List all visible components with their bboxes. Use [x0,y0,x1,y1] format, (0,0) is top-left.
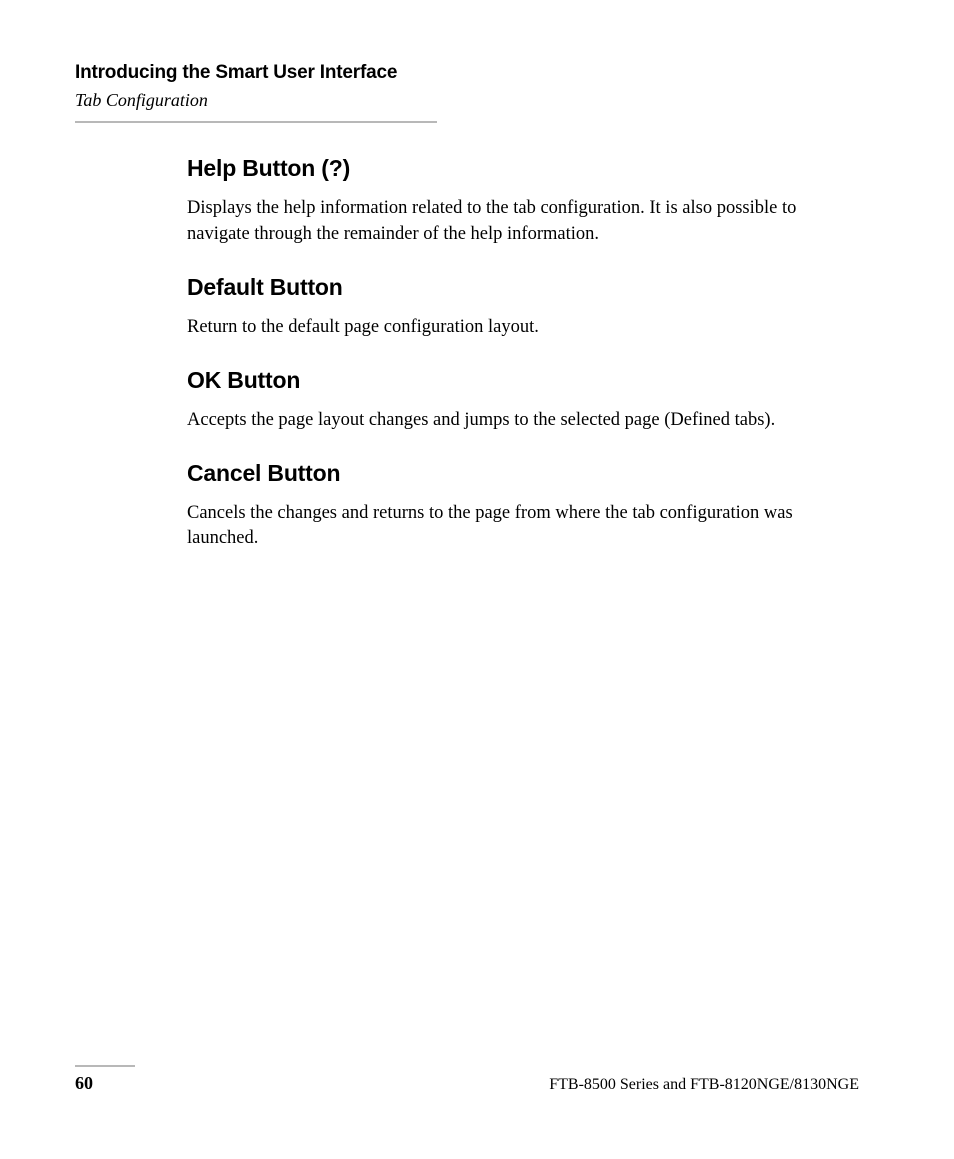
footer: 60 FTB-8500 Series and FTB-8120NGE/8130N… [75,1065,859,1094]
section-heading: Default Button [187,274,859,301]
section-cancel-button: Cancel Button Cancels the changes and re… [187,460,859,553]
section-help-button: Help Button (?) Displays the help inform… [187,155,859,248]
section-body: Displays the help information related to… [187,196,859,248]
section-heading: Cancel Button [187,460,859,487]
section-default-button: Default Button Return to the default pag… [187,274,859,341]
chapter-header: Introducing the Smart User Interface Tab… [75,62,859,123]
section-heading: Help Button (?) [187,155,859,182]
section-body: Return to the default page configuration… [187,315,859,341]
footer-rule [75,1065,135,1067]
content: Help Button (?) Displays the help inform… [187,155,859,552]
header-rule [75,121,437,123]
doc-title: FTB-8500 Series and FTB-8120NGE/8130NGE [549,1076,859,1094]
section-body: Accepts the page layout changes and jump… [187,408,859,434]
section-heading: OK Button [187,367,859,394]
page-number: 60 [75,1073,93,1094]
chapter-title: Introducing the Smart User Interface [75,62,859,84]
section-subtitle: Tab Configuration [75,90,859,111]
section-ok-button: OK Button Accepts the page layout change… [187,367,859,434]
section-body: Cancels the changes and returns to the p… [187,501,859,553]
